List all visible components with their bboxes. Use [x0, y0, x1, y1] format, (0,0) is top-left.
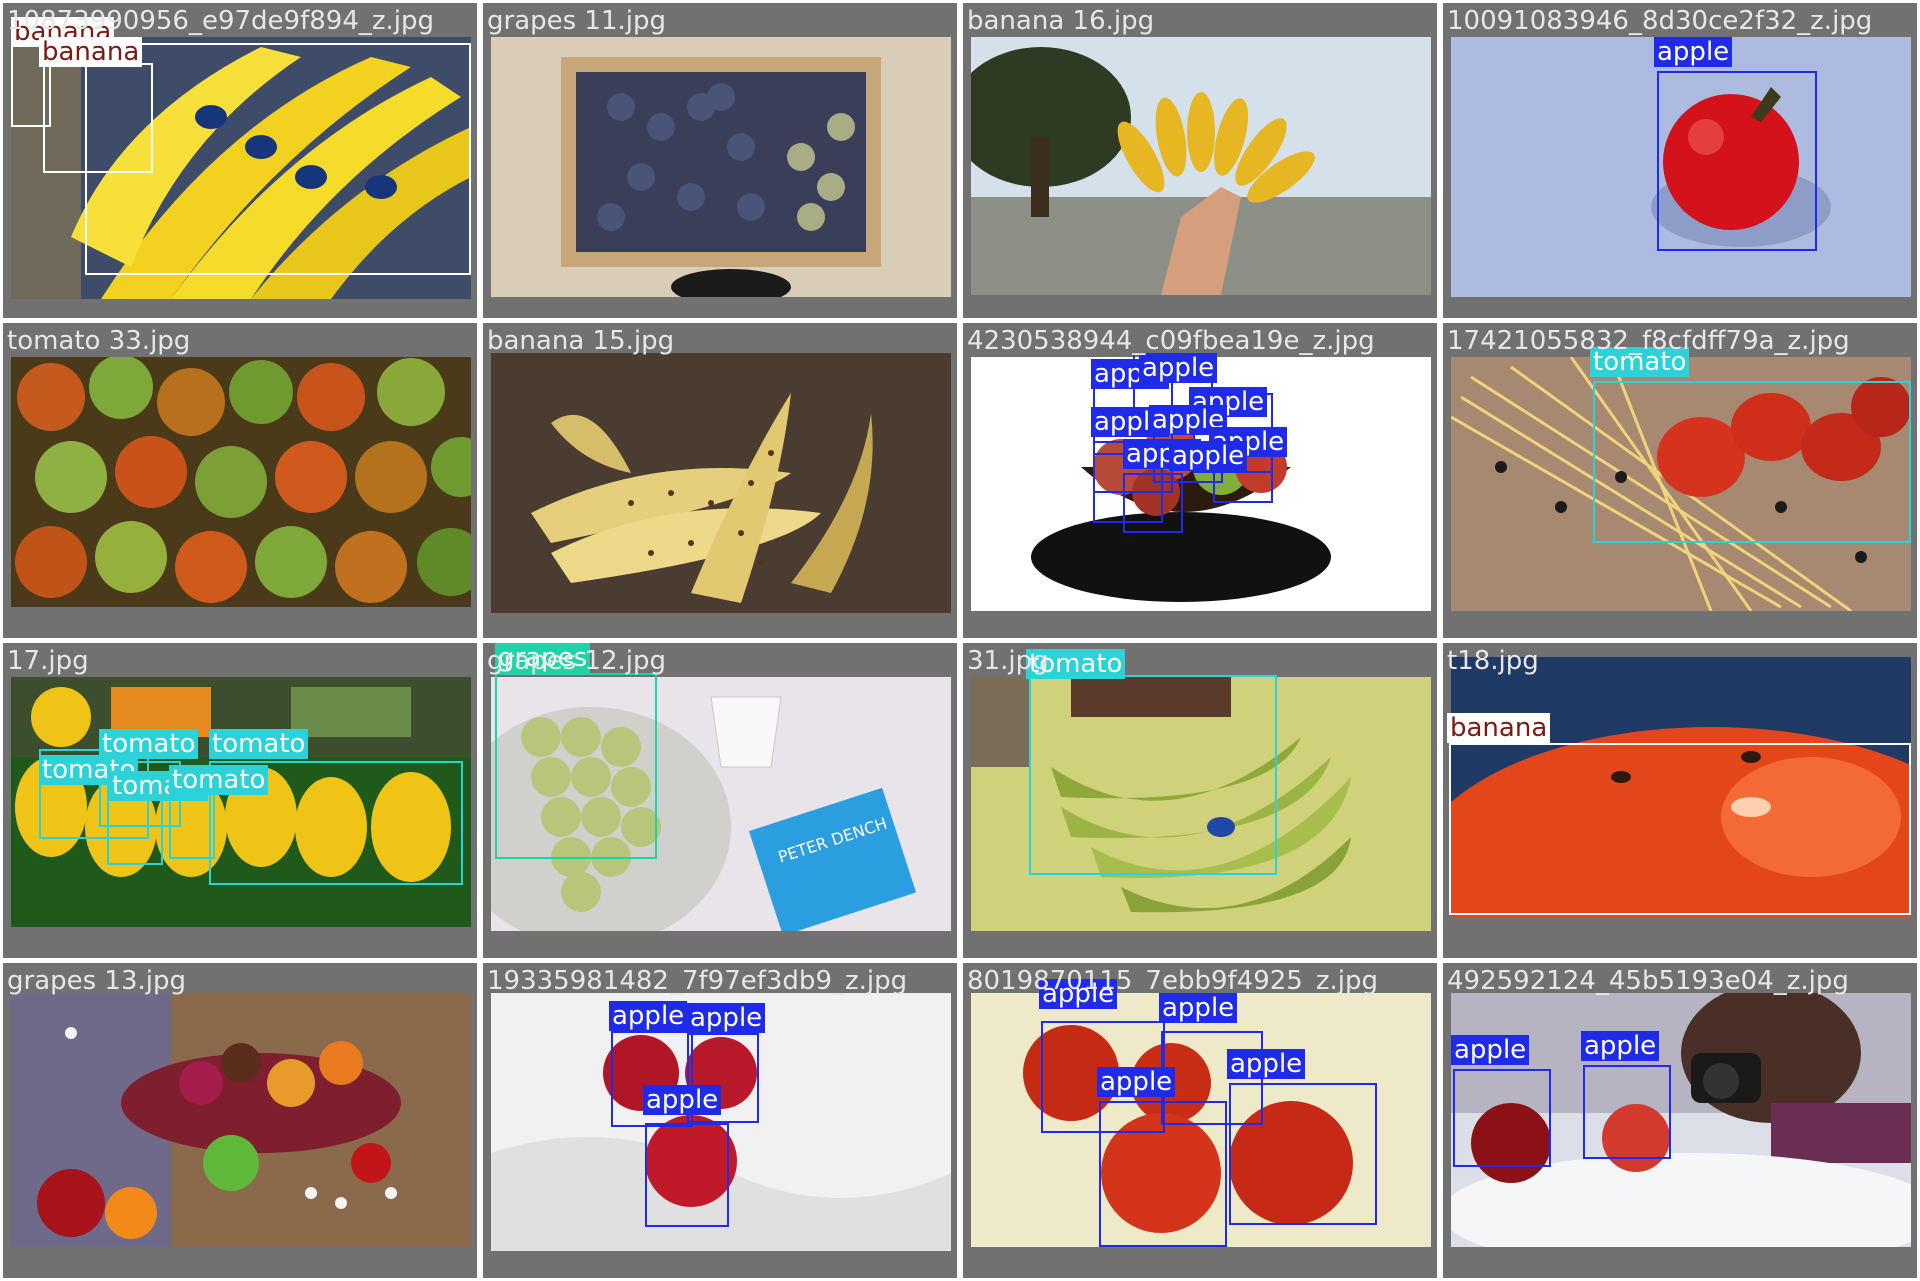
photo-tomatoes [11, 357, 471, 607]
image-tile[interactable]: PETER DENCH grapes grapes 12.jpg [480, 640, 960, 961]
image-filename: 4230538944_c09fbea19e_z.jpg [967, 326, 1375, 356]
detection-label: apple [1139, 353, 1218, 383]
image-filename: banana 16.jpg [967, 6, 1155, 36]
detection-box [1657, 71, 1817, 251]
image-tile[interactable]: banana t18.jpg [1440, 640, 1920, 961]
photo-fruit-table [11, 993, 471, 1247]
detection-label: apple [1227, 1049, 1306, 1079]
image-tile[interactable]: banana 16.jpg [960, 0, 1440, 321]
image-tile[interactable]: banana 15.jpg [480, 320, 960, 641]
image-tile[interactable]: apple 10091083946_8d30ce2f32_z.jpg [1440, 0, 1920, 321]
photo-grapes [491, 37, 951, 297]
detection-label: banana [39, 37, 143, 67]
image-tile[interactable]: tomato 31.jpg [960, 640, 1440, 961]
image-tile[interactable]: banana banana banana 10873990956_e97de9f… [0, 0, 480, 321]
detection-box [645, 1123, 729, 1227]
image-filename: 31.jpg [967, 646, 1049, 676]
image-tile[interactable]: grapes 13.jpg [0, 960, 480, 1281]
image-filename: banana 15.jpg [487, 326, 675, 356]
image-filename: tomato 33.jpg [7, 326, 191, 356]
image-tile[interactable]: grapes 11.jpg [480, 0, 960, 321]
image-tile[interactable]: apple apple 492592124_45b5193e04_z.jpg [1440, 960, 1920, 1281]
image-filename: 492592124_45b5193e04_z.jpg [1447, 966, 1849, 996]
detection-box [1449, 743, 1911, 915]
image-tile[interactable]: apple apple apple apple 8019870115_7ebb9… [960, 960, 1440, 1281]
image-tile[interactable]: apple apple apple 19335981482_7f97ef3db9… [480, 960, 960, 1281]
image-filename: 10873990956_e97de9f894_z.jpg [7, 6, 435, 36]
image-filename: grapes 12.jpg [487, 646, 667, 676]
image-filename: 19335981482_7f97ef3db9_z.jpg [487, 966, 908, 996]
detection-box [1229, 1083, 1377, 1225]
detection-label: apple [609, 1001, 688, 1031]
image-filename: 8019870115_7ebb9f4925_z.jpg [967, 966, 1378, 996]
image-filename: t18.jpg [1447, 646, 1539, 676]
detection-box [1029, 675, 1277, 875]
image-tile[interactable]: tomato 33.jpg [0, 320, 480, 641]
photo-bananas-ripe [491, 353, 951, 613]
detection-box [1593, 381, 1911, 543]
detection-box [1453, 1069, 1551, 1167]
detection-label: apple [1169, 441, 1248, 471]
detection-label: apple [1097, 1067, 1176, 1097]
detection-label: tomato [169, 765, 269, 795]
detection-box [85, 43, 471, 275]
detection-label: apple [1581, 1031, 1660, 1061]
image-tile[interactable]: tomato 17421055832_f8cfdff79a_z.jpg [1440, 320, 1920, 641]
image-filename: 17.jpg [7, 646, 89, 676]
image-tile[interactable]: apple apple apple apple apple apple appl… [960, 320, 1440, 641]
image-filename: grapes 11.jpg [487, 6, 667, 36]
detection-label: apple [1159, 993, 1238, 1023]
detection-box [495, 673, 657, 859]
detection-label: tomato [209, 729, 309, 759]
detection-label: apple [687, 1003, 766, 1033]
image-tile[interactable]: tomato tomato tomato tomato tomato 17.jp… [0, 640, 480, 961]
photo-banana-hand [971, 37, 1431, 295]
detection-box [1099, 1101, 1227, 1247]
image-filename: 10091083946_8d30ce2f32_z.jpg [1447, 6, 1873, 36]
detection-label: apple [643, 1085, 722, 1115]
image-filename: grapes 13.jpg [7, 966, 187, 996]
image-filename: 17421055832_f8cfdff79a_z.jpg [1447, 326, 1850, 356]
detection-box [1123, 473, 1183, 533]
detection-label: banana [1447, 713, 1551, 743]
image-grid: banana banana banana 10873990956_e97de9f… [0, 0, 1920, 1281]
detection-label: apple [1451, 1035, 1530, 1065]
detection-box [1583, 1065, 1671, 1159]
detection-label: apple [1654, 37, 1733, 67]
